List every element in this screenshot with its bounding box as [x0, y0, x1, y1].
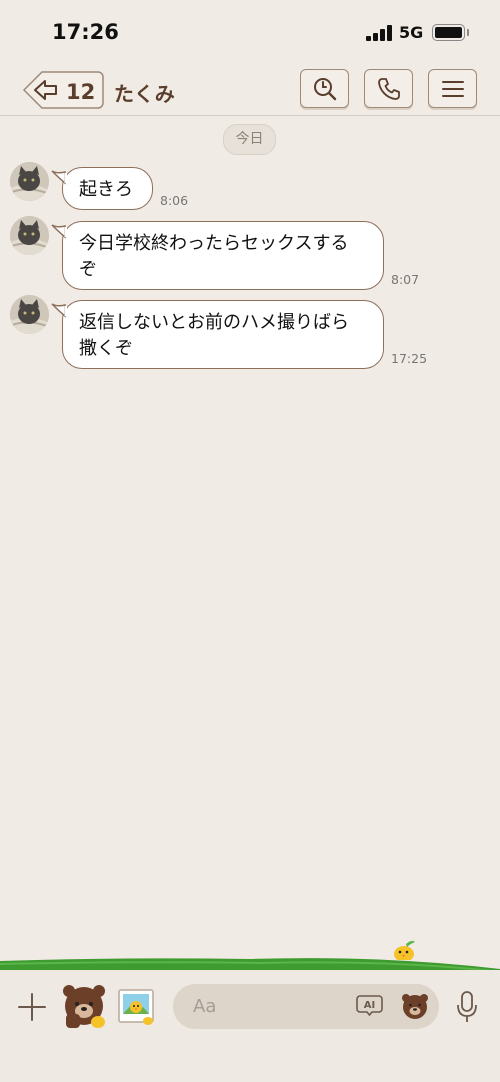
input-placeholder: Aa — [193, 996, 217, 1017]
ai-icon[interactable]: AI — [356, 994, 383, 1016]
phone-icon — [378, 78, 400, 100]
plus-icon[interactable] — [16, 991, 48, 1023]
cat-avatar-icon — [10, 162, 49, 201]
cat-avatar-icon — [10, 295, 49, 334]
message-bubble[interactable]: 起きろ — [62, 167, 153, 210]
cat-avatar-icon — [10, 216, 49, 255]
message-bubble[interactable]: 返信しないとお前のハメ撮りばら 撒くぞ — [62, 300, 384, 369]
chat-header: 12 たくみ — [0, 66, 500, 116]
message-text-line: 返信しないとお前のハメ撮りばら — [79, 312, 349, 333]
unread-count: 12 — [66, 80, 96, 104]
network-type: 5G — [399, 23, 424, 42]
search-button[interactable] — [300, 69, 349, 108]
message-bubble[interactable]: 今日学校終わったらセックスする ぞ — [62, 221, 384, 290]
back-button[interactable]: 12 — [22, 70, 104, 110]
status-time: 17:26 — [52, 20, 119, 44]
signal-icon — [366, 25, 392, 41]
photo-button[interactable] — [116, 987, 156, 1027]
message-time: 8:06 — [160, 193, 189, 208]
hamburger-menu-icon — [442, 81, 464, 97]
message-input[interactable]: Aa AI — [173, 984, 439, 1029]
battery-icon — [432, 24, 465, 41]
microphone-icon[interactable] — [455, 990, 479, 1024]
avatar[interactable] — [10, 216, 49, 255]
status-bar: 17:26 5G — [0, 0, 500, 66]
message-text-line: ぞ — [79, 259, 97, 280]
sally-chick-icon — [394, 940, 415, 960]
menu-button[interactable] — [428, 69, 477, 108]
date-divider: 今日 — [223, 124, 276, 155]
message-time: 8:07 — [391, 272, 420, 287]
bubble-tail — [51, 303, 67, 318]
emoji-bear-icon[interactable] — [401, 992, 429, 1020]
avatar[interactable] — [10, 162, 49, 201]
avatar[interactable] — [10, 295, 49, 334]
chat-title: たくみ — [114, 82, 175, 106]
sticker-button[interactable] — [62, 984, 108, 1030]
message-time: 17:25 — [391, 351, 428, 366]
bubble-tail — [51, 224, 67, 239]
call-button[interactable] — [364, 69, 413, 108]
bubble-tail — [51, 170, 67, 185]
search-icon — [314, 78, 337, 101]
message-text: 起きろ — [79, 179, 133, 200]
message-text-line: 今日学校終わったらセックスする — [79, 233, 349, 254]
ai-label: AI — [364, 1000, 375, 1011]
message-text-line: 撒くぞ — [79, 338, 133, 359]
